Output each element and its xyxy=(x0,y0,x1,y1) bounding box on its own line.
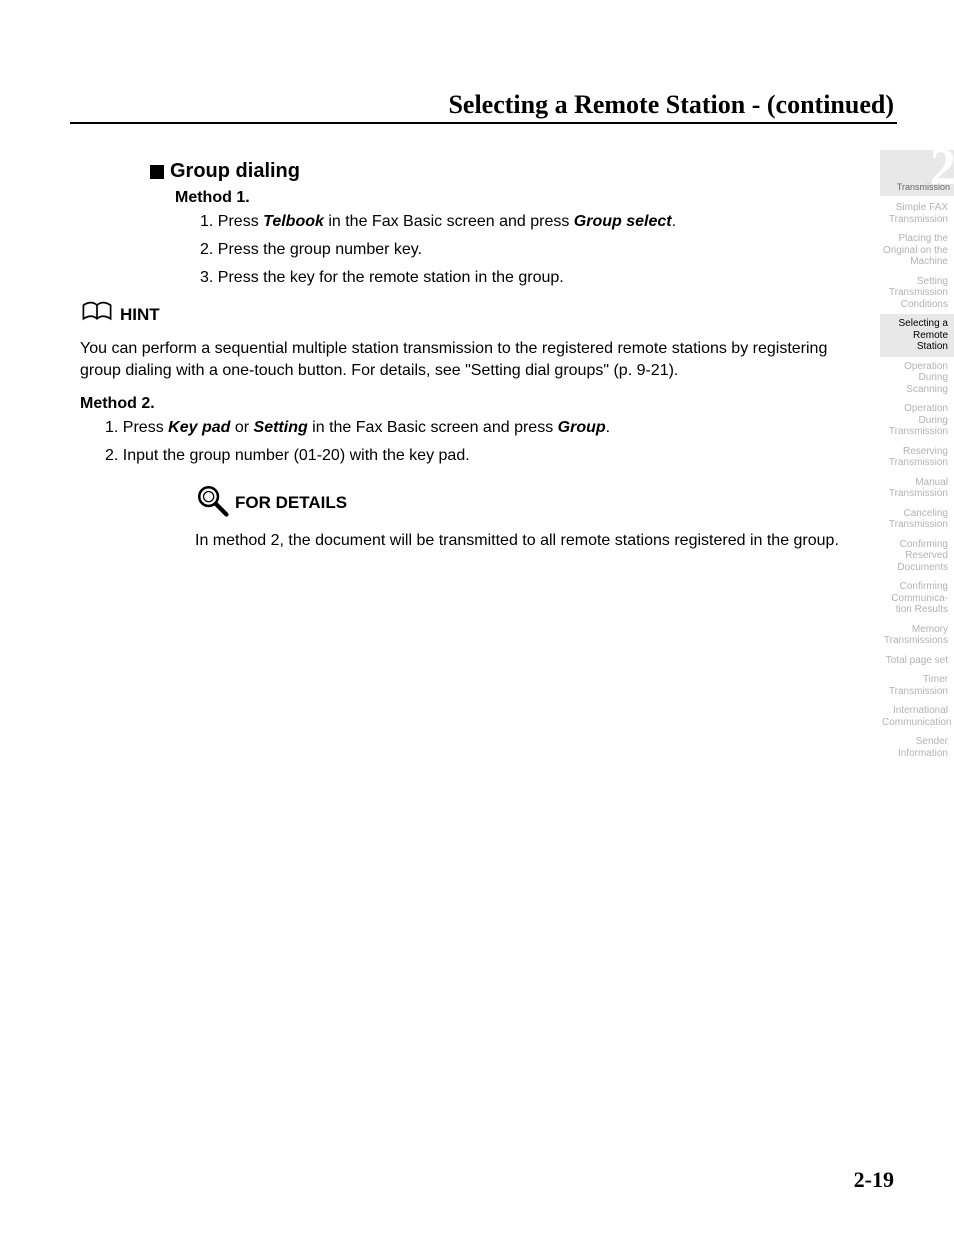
list-item: 1. Press Key pad or Setting in the Fax B… xyxy=(105,419,850,437)
page-title: Selecting a Remote Station - (continued) xyxy=(70,90,894,120)
sidebar-item[interactable]: Confirming Communica- tion Results xyxy=(880,577,954,620)
magnifier-icon xyxy=(195,483,229,522)
method-2-label: Method 2. xyxy=(80,395,850,413)
sidebar-item[interactable]: Reserving Transmission xyxy=(880,442,954,473)
list-item: 2. Input the group number (01-20) with t… xyxy=(105,447,850,465)
sidebar-item[interactable]: Total page set xyxy=(880,651,954,671)
method-2-steps: 1. Press Key pad or Setting in the Fax B… xyxy=(55,419,850,465)
page: Selecting a Remote Station - (continued)… xyxy=(0,0,954,1235)
bullet-square-icon xyxy=(150,165,164,179)
sidebar-item[interactable]: Timer Transmission xyxy=(880,670,954,701)
sidebar-item[interactable]: Operation During Scanning xyxy=(880,357,954,400)
sidebar-item[interactable]: Placing the Original on the Machine xyxy=(880,229,954,272)
list-item: 2. Press the group number key. xyxy=(200,241,850,259)
details-callout: FOR DETAILS xyxy=(195,483,850,522)
sidebar-item[interactable]: Selecting a Remote Station xyxy=(880,314,954,357)
hint-callout: HINT xyxy=(80,299,850,330)
sidebar-item[interactable]: Simple FAX Transmission xyxy=(880,198,954,229)
sidebar-item[interactable]: Manual Transmission xyxy=(880,473,954,504)
body-content: Group dialing Method 1. 1. Press Telbook… xyxy=(150,160,850,566)
list-item: 3. Press the key for the remote station … xyxy=(200,269,850,287)
sidebar-item[interactable]: Setting Transmission Conditions xyxy=(880,272,954,315)
header-rule xyxy=(70,122,897,124)
sidebar-item[interactable]: Memory Transmissions xyxy=(880,620,954,651)
sidebar-item[interactable]: International Communication xyxy=(880,701,954,732)
hint-title: HINT xyxy=(120,305,160,325)
book-icon xyxy=(80,299,114,330)
chapter-tab[interactable]: 2 Transmission xyxy=(880,150,954,196)
chapter-label: Transmission xyxy=(884,182,950,192)
sidebar-item[interactable]: Canceling Transmission xyxy=(880,504,954,535)
sidebar-item[interactable]: Sender Information xyxy=(880,732,954,763)
hint-body: You can perform a sequential multiple st… xyxy=(80,338,850,381)
page-number: 2-19 xyxy=(854,1167,894,1193)
list-item: 1. Press Telbook in the Fax Basic screen… xyxy=(200,213,850,231)
sidebar-item[interactable]: Operation During Transmission xyxy=(880,399,954,442)
details-title: FOR DETAILS xyxy=(235,493,347,513)
sidebar-tabs: 2 Transmission Simple FAX TransmissionPl… xyxy=(880,150,954,763)
sidebar-item[interactable]: Confirming Reserved Documents xyxy=(880,535,954,578)
details-body: In method 2, the document will be transm… xyxy=(195,530,850,552)
method-1-label: Method 1. xyxy=(175,189,850,207)
section-heading: Group dialing xyxy=(150,160,850,183)
method-1-steps: 1. Press Telbook in the Fax Basic screen… xyxy=(150,213,850,287)
section-heading-text: Group dialing xyxy=(170,160,300,183)
